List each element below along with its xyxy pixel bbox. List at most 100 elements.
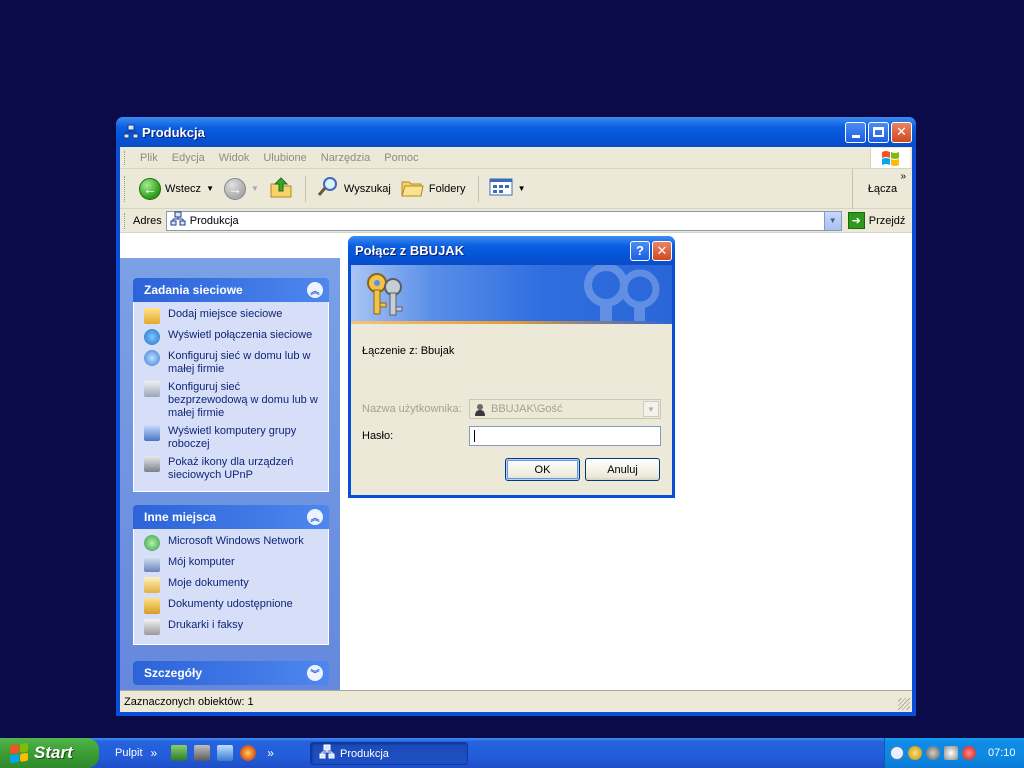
banner-accent-line xyxy=(351,321,672,324)
resize-grip[interactable] xyxy=(898,698,910,710)
links-chevron-icon[interactable]: » xyxy=(900,171,906,182)
clock[interactable]: 07:10 xyxy=(988,747,1016,759)
dialog-close-button[interactable]: ✕ xyxy=(652,240,672,261)
network-connections-icon xyxy=(144,329,160,345)
task-label: Wyświetl połączenia sieciowe xyxy=(168,329,313,341)
go-arrow-icon: ➜ xyxy=(847,212,865,229)
task-view-workgroup-computers[interactable]: Wyświetl komputery grupy roboczej xyxy=(144,425,320,451)
forward-arrow-icon: → xyxy=(223,177,246,200)
status-text: Zaznaczonych obiektów: 1 xyxy=(124,695,254,708)
security-shield-icon[interactable] xyxy=(908,746,922,760)
workgroup-computers-icon xyxy=(144,425,160,441)
place-my-computer[interactable]: Mój komputer xyxy=(144,556,320,572)
details-header[interactable]: Szczegóły ︾ xyxy=(133,661,329,685)
task-setup-home-network[interactable]: Konfiguruj sieć w domu lub w małej firmi… xyxy=(144,350,320,376)
task-setup-wireless-network[interactable]: Konfiguruj sieć bezprzewodową w domu lub… xyxy=(144,381,320,420)
go-label: Przejdź xyxy=(868,214,906,227)
upnp-device-icon xyxy=(144,456,160,472)
keys-icon xyxy=(363,271,409,319)
place-printers-and-faxes[interactable]: Drukarki i faksy xyxy=(144,619,320,635)
links-toolbar[interactable]: Łącza » xyxy=(852,169,912,209)
back-arrow-icon: ← xyxy=(139,177,161,200)
up-folder-button[interactable] xyxy=(265,174,297,204)
close-icon: ✕ xyxy=(896,124,907,139)
expand-icon[interactable]: ︾ xyxy=(307,665,323,681)
network-tasks-title: Zadania sieciowe xyxy=(144,283,243,297)
add-network-place-icon xyxy=(144,308,160,324)
user-icon xyxy=(473,402,487,416)
address-grip[interactable] xyxy=(124,212,127,229)
dialog-titlebar[interactable]: Połącz z BBUJAK ? ✕ xyxy=(348,236,675,265)
place-microsoft-windows-network[interactable]: Microsoft Windows Network xyxy=(144,535,320,551)
close-button[interactable]: ✕ xyxy=(891,121,912,143)
window-titlebar[interactable]: Produkcja ✕ xyxy=(116,117,916,147)
menu-tools[interactable]: Narzędzia xyxy=(314,152,378,164)
ok-button[interactable]: OK xyxy=(505,458,580,481)
tray-expand-icon[interactable] xyxy=(890,746,904,760)
username-row: Nazwa użytkownika: BBUJAK\Gość ▼ xyxy=(362,399,661,419)
desktop-toolbar[interactable]: Pulpit » xyxy=(115,746,157,760)
antivirus-icon[interactable] xyxy=(926,746,940,760)
firewall-icon[interactable] xyxy=(962,746,976,760)
place-label: Drukarki i faksy xyxy=(168,619,244,631)
links-label: Łącza xyxy=(867,183,898,195)
search-button[interactable]: Wyszukaj xyxy=(312,174,395,204)
views-dropdown-icon: ▼ xyxy=(517,184,526,193)
forward-button[interactable]: → ▼ xyxy=(220,174,263,204)
desktop-chevron-icon[interactable]: » xyxy=(151,746,158,760)
username-label: Nazwa użytkownika: xyxy=(362,403,462,415)
help-icon: ? xyxy=(636,243,644,258)
document-icon[interactable] xyxy=(217,745,234,761)
place-shared-documents[interactable]: Dokumenty udostępnione xyxy=(144,598,320,614)
place-my-documents[interactable]: Moje dokumenty xyxy=(144,577,320,593)
cancel-button[interactable]: Anuluj xyxy=(585,458,660,481)
start-button[interactable]: Start xyxy=(0,738,99,768)
shared-folder-icon xyxy=(144,598,160,614)
maximize-button[interactable] xyxy=(868,121,889,143)
help-button[interactable]: ? xyxy=(630,240,650,261)
username-combobox: BBUJAK\Gość ▼ xyxy=(469,399,661,419)
network-folder-icon xyxy=(123,124,139,140)
collapse-icon[interactable]: ︽ xyxy=(307,509,323,525)
folders-button[interactable]: Foldery xyxy=(397,174,470,204)
pen-icon[interactable] xyxy=(194,745,211,761)
task-show-upnp-icons[interactable]: Pokaż ikony dla urządzeń sieciowych UPnP xyxy=(144,456,320,482)
search-icon xyxy=(316,176,340,201)
close-icon: ✕ xyxy=(656,242,668,258)
menu-view[interactable]: Widok xyxy=(212,152,257,164)
minimize-button[interactable] xyxy=(845,121,866,143)
taskbar-task-produkcja[interactable]: Produkcja xyxy=(310,742,468,765)
folders-icon xyxy=(401,176,425,201)
network-tasks-header[interactable]: Zadania sieciowe ︽ xyxy=(133,278,329,302)
menu-grip[interactable] xyxy=(124,150,127,165)
forward-dropdown-icon[interactable]: ▼ xyxy=(251,184,259,193)
toolbar-separator xyxy=(477,175,479,202)
up-folder-icon xyxy=(269,176,293,201)
firefox-icon[interactable] xyxy=(240,745,257,761)
task-label: Wyświetl komputery grupy roboczej xyxy=(168,425,297,450)
password-input[interactable] xyxy=(469,426,661,446)
views-button[interactable]: ▼ xyxy=(485,174,530,204)
menu-help[interactable]: Pomoc xyxy=(377,152,425,164)
details-title: Szczegóły xyxy=(144,666,203,680)
task-view-network-connections[interactable]: Wyświetl połączenia sieciowe xyxy=(144,329,320,345)
task-add-network-place[interactable]: Dodaj miejsce sieciowe xyxy=(144,308,320,324)
dialog-banner xyxy=(351,265,672,324)
address-dropdown-button[interactable]: ▼ xyxy=(823,211,841,230)
other-places-title: Inne miejsca xyxy=(144,510,217,524)
password-label: Hasło: xyxy=(362,430,394,442)
quick-launch-chevron-icon[interactable]: » xyxy=(267,746,274,760)
other-places-header[interactable]: Inne miejsca ︽ xyxy=(133,505,329,529)
back-button[interactable]: ← Wstecz ▼ xyxy=(135,174,218,204)
back-dropdown-icon[interactable]: ▼ xyxy=(206,184,214,193)
menu-edit[interactable]: Edycja xyxy=(165,152,212,164)
keyboard-icon[interactable] xyxy=(944,746,958,760)
show-desktop-icon[interactable] xyxy=(171,745,188,761)
menu-favorites[interactable]: Ulubione xyxy=(256,152,313,164)
address-input[interactable]: Produkcja ▼ xyxy=(165,210,842,231)
menu-file[interactable]: Plik xyxy=(133,152,165,164)
toolbar-grip[interactable] xyxy=(124,175,127,202)
collapse-icon[interactable]: ︽ xyxy=(307,282,323,298)
go-button[interactable]: ➜ Przejdź xyxy=(847,212,906,229)
wireless-network-icon xyxy=(144,381,160,397)
